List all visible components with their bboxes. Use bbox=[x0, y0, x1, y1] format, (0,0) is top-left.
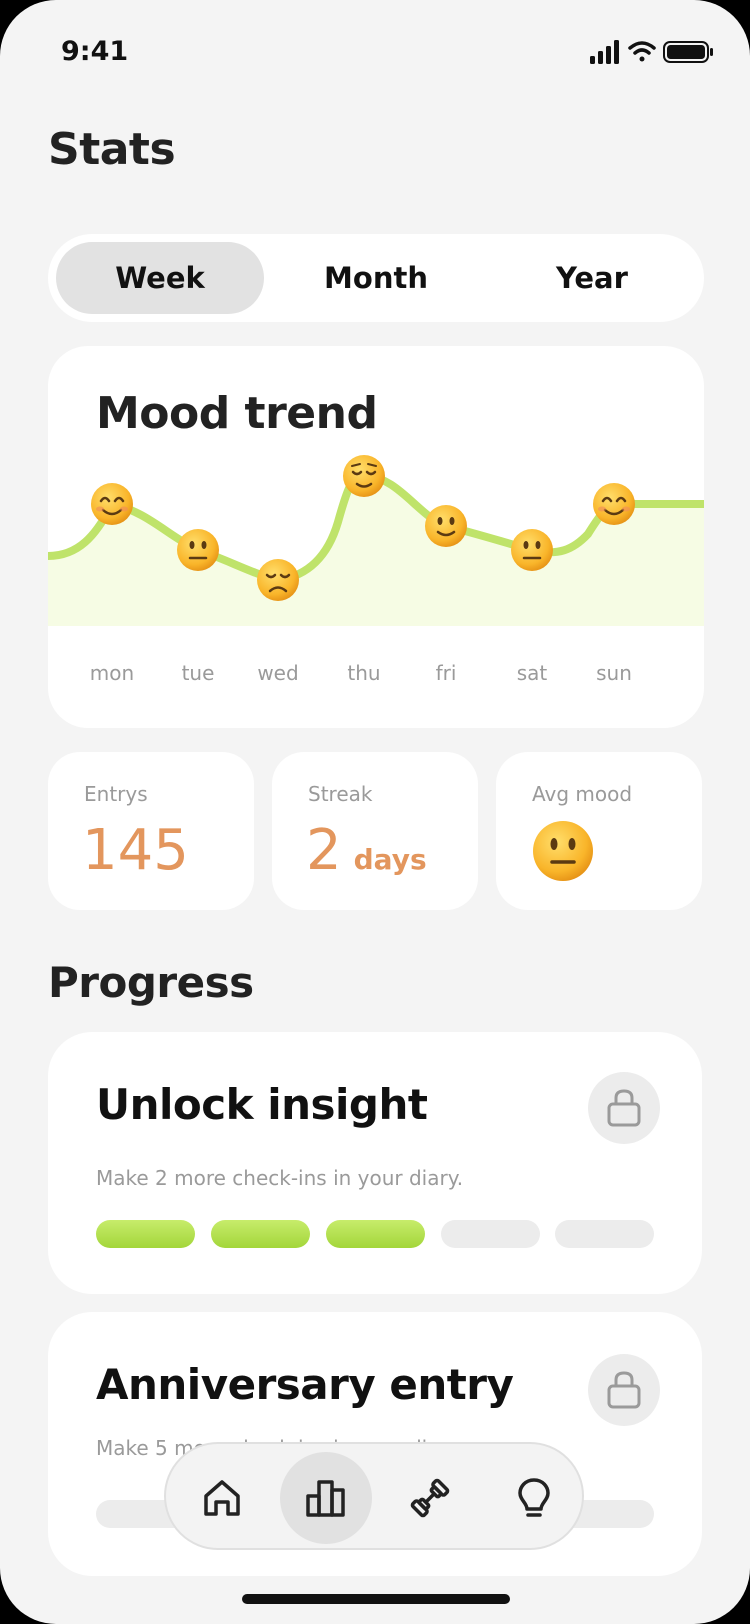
mood-trend-card: mon tue wed thu fri sat sun Mood trend bbox=[48, 346, 704, 728]
entries-value: 145 bbox=[82, 818, 189, 883]
dumbbell-icon bbox=[410, 1478, 450, 1518]
progress-card-subtitle: Make 2 more check-ins in your diary. bbox=[96, 1166, 464, 1190]
home-icon bbox=[204, 1480, 240, 1516]
segment-week[interactable]: Week bbox=[56, 242, 264, 314]
mood-face-wed bbox=[257, 559, 299, 601]
progress-segment-4 bbox=[441, 1220, 540, 1248]
progress-segment-5 bbox=[555, 1220, 654, 1248]
avg-mood-neutral-face-icon bbox=[533, 821, 593, 881]
day-label-fri: fri bbox=[436, 661, 457, 685]
mood-trend-title: Mood trend bbox=[96, 388, 378, 439]
day-label-thu: thu bbox=[347, 661, 380, 685]
mood-face-sat bbox=[511, 529, 553, 571]
streak-unit: days bbox=[353, 843, 427, 876]
battery-icon bbox=[663, 41, 713, 63]
status-time: 9:41 bbox=[61, 36, 129, 67]
lock-icon bbox=[607, 1089, 641, 1127]
streak-value-wrap: 2 days bbox=[306, 818, 427, 883]
progress-section-title: Progress bbox=[48, 958, 254, 1007]
page-title: Stats bbox=[48, 124, 176, 175]
progress-segment-1 bbox=[96, 1220, 195, 1248]
stat-card-entries: Entrys 145 bbox=[48, 752, 254, 910]
wifi-icon bbox=[628, 41, 656, 62]
mood-face-sun bbox=[593, 483, 635, 525]
home-indicator[interactable] bbox=[242, 1594, 510, 1604]
phone-screen: 9:41 Stats Week Month Year mon tue wed t… bbox=[0, 0, 750, 1624]
lock-icon bbox=[607, 1371, 641, 1409]
tab-workout[interactable] bbox=[384, 1452, 476, 1544]
stats-icon bbox=[306, 1480, 345, 1517]
stat-card-streak: Streak 2 days bbox=[272, 752, 478, 910]
period-segmented-control: Week Month Year bbox=[48, 234, 704, 322]
mood-face-mon bbox=[91, 483, 133, 525]
streak-label: Streak bbox=[308, 782, 373, 806]
day-label-tue: tue bbox=[182, 661, 215, 685]
progress-card-unlock-insight: Unlock insight Make 2 more check-ins in … bbox=[48, 1032, 702, 1294]
day-label-mon: mon bbox=[90, 661, 134, 685]
status-icons bbox=[590, 40, 713, 64]
streak-value: 2 bbox=[306, 818, 342, 883]
progress-segment-2 bbox=[211, 1220, 310, 1248]
tab-home[interactable] bbox=[176, 1452, 268, 1544]
signal-icon bbox=[590, 40, 619, 64]
lock-button[interactable] bbox=[588, 1354, 660, 1426]
tab-stats[interactable] bbox=[280, 1452, 372, 1544]
progress-bars bbox=[96, 1220, 654, 1248]
avg-mood-label: Avg mood bbox=[532, 782, 633, 806]
segment-year[interactable]: Year bbox=[488, 242, 696, 314]
entries-label: Entrys bbox=[84, 782, 148, 806]
lock-button[interactable] bbox=[588, 1072, 660, 1144]
day-label-wed: wed bbox=[257, 661, 298, 685]
mood-face-tue bbox=[177, 529, 219, 571]
day-label-sat: sat bbox=[517, 661, 548, 685]
mood-face-fri bbox=[425, 505, 467, 547]
mood-face-thu bbox=[343, 455, 385, 497]
tab-ideas[interactable] bbox=[488, 1452, 580, 1544]
stat-card-avg-mood: Avg mood bbox=[496, 752, 702, 910]
segment-month[interactable]: Month bbox=[272, 242, 480, 314]
progress-card-title: Anniversary entry bbox=[96, 1360, 514, 1409]
lightbulb-icon bbox=[518, 1478, 550, 1517]
day-label-sun: sun bbox=[596, 661, 632, 685]
progress-segment-3 bbox=[326, 1220, 425, 1248]
bottom-tab-bar bbox=[164, 1442, 584, 1550]
progress-card-title: Unlock insight bbox=[96, 1080, 428, 1129]
